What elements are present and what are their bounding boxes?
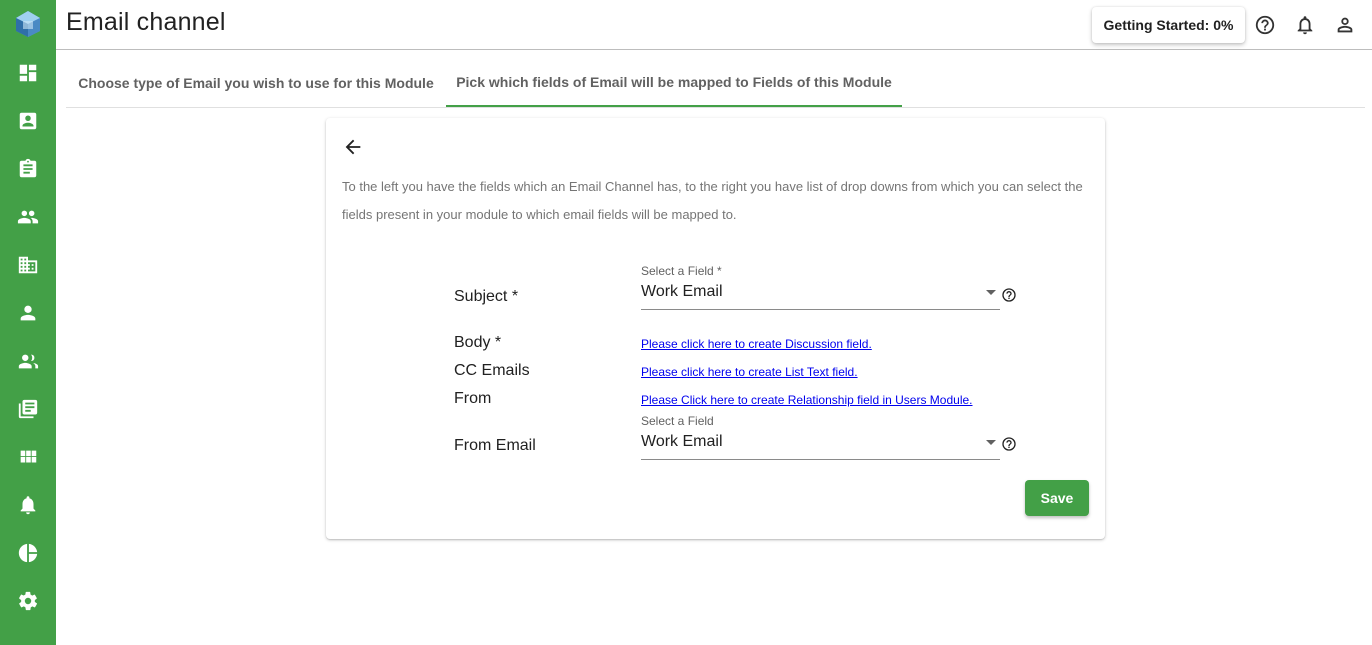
pie-chart-icon (18, 543, 38, 563)
notifications-icon (20, 496, 36, 515)
back-arrow-icon[interactable] (342, 136, 364, 158)
notifications-bell-icon[interactable] (1294, 14, 1316, 36)
from-label: From (454, 390, 492, 407)
sidebar-item-contacts[interactable] (16, 109, 40, 133)
getting-started-button[interactable]: Getting Started: 0% (1092, 7, 1245, 43)
from-email-field-select[interactable]: Work Email (641, 430, 1000, 460)
sidebar-item-reports[interactable] (16, 541, 40, 565)
settings-icon (19, 591, 38, 611)
create-discussion-field-link[interactable]: Please click here to create Discussion f… (641, 337, 872, 351)
subject-label: Subject * (454, 288, 519, 305)
person-icon (20, 305, 36, 321)
from-email-label: From Email (454, 437, 536, 454)
sidebar-item-settings[interactable] (16, 589, 40, 613)
tab-choose-email-type[interactable]: Choose type of Email you wish to use for… (66, 58, 446, 107)
body-label: Body * (454, 334, 502, 351)
business-icon (18, 256, 38, 274)
from-email-select-caption: Select a Field (641, 414, 714, 428)
save-button[interactable]: Save (1025, 480, 1089, 516)
sidebar-item-business[interactable] (16, 253, 40, 277)
step-tabs: Choose type of Email you wish to use for… (66, 58, 1365, 108)
dropdown-arrow-icon (986, 290, 996, 295)
people-icon (17, 210, 39, 224)
sidebar-item-apps[interactable] (16, 445, 40, 469)
page-title: Email channel (66, 8, 226, 36)
from-email-help-icon[interactable] (1001, 436, 1017, 452)
subject-field-select[interactable]: Work Email (641, 280, 1000, 310)
sidebar-item-person[interactable] (16, 301, 40, 325)
subject-select-value: Work Email (641, 283, 723, 300)
create-list-text-field-link[interactable]: Please click here to create List Text fi… (641, 365, 858, 379)
assignment-icon (19, 158, 37, 178)
sidebar-item-dashboard[interactable] (16, 61, 40, 85)
create-relationship-field-link[interactable]: Please Click here to create Relationship… (641, 393, 973, 407)
sidebar-item-assignments[interactable] (16, 157, 40, 181)
field-mapping-card: To the left you have the fields which an… (326, 118, 1105, 539)
app-logo-icon[interactable] (14, 10, 42, 38)
from-email-select-value: Work Email (641, 433, 723, 450)
dashboard-icon (19, 64, 37, 82)
sidebar-item-library[interactable] (16, 397, 40, 421)
account-icon[interactable] (1334, 14, 1356, 36)
help-icon[interactable] (1254, 14, 1276, 36)
top-bar: Email channel Getting Started: 0% (56, 0, 1372, 50)
dropdown-arrow-icon (986, 440, 996, 445)
apps-grid-icon (20, 450, 37, 463)
sidebar-item-people[interactable] (16, 205, 40, 229)
contact-card-icon (19, 112, 37, 130)
sidebar-item-notifications[interactable] (16, 493, 40, 517)
tab-map-email-fields[interactable]: Pick which fields of Email will be mappe… (446, 58, 902, 107)
cc-emails-label: CC Emails (454, 362, 530, 379)
instructions-text: To the left you have the fields which an… (342, 179, 1083, 222)
library-books-icon (18, 399, 38, 419)
sidebar-item-groups[interactable] (16, 349, 40, 373)
subject-help-icon[interactable] (1001, 287, 1017, 303)
sidebar (0, 0, 56, 645)
people-outline-icon (18, 354, 39, 369)
subject-select-caption: Select a Field * (641, 264, 722, 278)
